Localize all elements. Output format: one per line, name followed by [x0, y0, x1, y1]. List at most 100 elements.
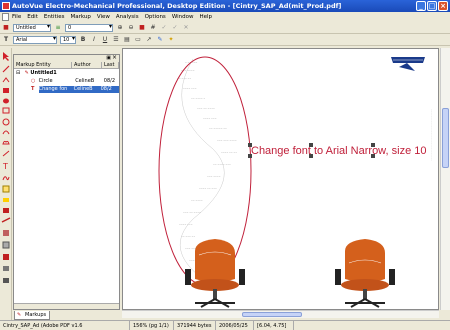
- panel-pin-icon[interactable]: ▣: [106, 55, 111, 61]
- title-bar: AutoVue Electro-Mechanical Professional,…: [0, 0, 450, 12]
- tree-item-selected[interactable]: Change fon CelineB 08/2: [38, 86, 119, 93]
- panel-close-icon[interactable]: ×: [112, 54, 117, 61]
- maximize-icon[interactable]: □: [427, 1, 437, 11]
- select-arrow-icon[interactable]: [3, 52, 9, 61]
- measure-tool-icon[interactable]: [1, 217, 11, 223]
- resize-handle[interactable]: [248, 154, 252, 158]
- document-drawing: ~ ~~ ~~~ ~~~ ~~~~ ~~ ~~~ ~~ ~~~~ ~~~ ~~ …: [158, 56, 432, 308]
- close-markup-icon[interactable]: ✕: [182, 24, 190, 32]
- menu-view[interactable]: View: [97, 12, 110, 22]
- ellipse-tool-icon[interactable]: [3, 98, 9, 104]
- menu-entities[interactable]: Entities: [44, 12, 65, 22]
- hatch-tool-icon[interactable]: [3, 230, 9, 236]
- svg-text:~~~ ~~ ~~~~: ~~~ ~~ ~~~~: [183, 211, 201, 214]
- menu-analysis[interactable]: Analysis: [116, 12, 139, 22]
- menu-options[interactable]: Options: [145, 12, 166, 22]
- panel-horizontal-scrollbar[interactable]: [14, 303, 119, 309]
- document-icon: [2, 13, 9, 21]
- underline-button[interactable]: U: [101, 36, 109, 44]
- menu-bar: File Edit Entities Markup View Analysis …: [0, 12, 450, 22]
- column-author[interactable]: Author: [72, 62, 102, 68]
- menu-markup[interactable]: Markup: [70, 12, 90, 22]
- office-chair-image: [335, 239, 395, 308]
- attach-tool-icon[interactable]: [3, 266, 9, 271]
- italic-button[interactable]: I: [90, 36, 98, 44]
- symbol-tool-icon[interactable]: [2, 241, 10, 249]
- print-tool-icon[interactable]: [3, 254, 9, 260]
- tree-root[interactable]: ⊟ ✎ Untitled1: [14, 70, 119, 77]
- vertical-scroll-thumb[interactable]: [442, 108, 449, 168]
- line-width-select[interactable]: 0: [65, 24, 113, 32]
- rect-outline-icon[interactable]: [2, 107, 10, 114]
- menu-help[interactable]: Help: [200, 12, 213, 22]
- note-tool-icon[interactable]: [2, 185, 10, 193]
- check-icon-2[interactable]: ✓: [171, 24, 179, 32]
- highlight-icon[interactable]: ✦: [167, 36, 175, 44]
- document-viewport[interactable]: ~ ~~ ~~~ ~~~ ~~~~ ~~ ~~~ ~~ ~~~~ ~~~ ~~ …: [122, 48, 439, 310]
- text-markup[interactable]: Change font to Arial Narrow, size 10: [251, 145, 426, 157]
- resize-handle[interactable]: [309, 154, 313, 158]
- status-file: Cintry_SAP_Ad (Adobe PDF v1.6: [0, 321, 130, 330]
- fill-icon[interactable]: ▤: [123, 36, 131, 44]
- paint-icon[interactable]: ✎: [156, 36, 164, 44]
- freehand-tool-icon[interactable]: [2, 176, 10, 181]
- close-icon[interactable]: ×: [438, 1, 448, 11]
- markup-layer-select[interactable]: Untitled: [13, 24, 51, 32]
- line-color-icon[interactable]: ▭: [134, 36, 142, 44]
- zoom-out-icon[interactable]: ⊖: [127, 24, 135, 32]
- markups-tab[interactable]: ✎ Markups: [14, 311, 50, 320]
- arc-tool-icon[interactable]: [2, 130, 10, 135]
- markups-tab-label: Markups: [25, 312, 47, 318]
- font-size-select[interactable]: 10: [60, 36, 76, 44]
- polyline-tool-icon[interactable]: [2, 77, 10, 83]
- menu-file[interactable]: File: [12, 12, 21, 22]
- tree-item[interactable]: ○ Circle CelineB 08/2: [14, 78, 119, 85]
- font-name-select[interactable]: Arial: [13, 36, 57, 44]
- line-style-icon[interactable]: ≡: [54, 24, 62, 32]
- collapse-icon[interactable]: ⊟: [16, 70, 20, 77]
- horizontal-scrollbar[interactable]: [122, 310, 439, 318]
- resize-handle[interactable]: [309, 143, 313, 147]
- panel-toolbar: ▣ ×: [14, 54, 119, 62]
- tree-item[interactable]: T Change fon CelineB 08/2: [14, 86, 119, 93]
- leader-tool-icon[interactable]: [2, 150, 10, 157]
- layer-tool-icon[interactable]: [3, 278, 9, 283]
- markup-tool-icon[interactable]: #: [149, 24, 157, 32]
- rectangle-tool-icon[interactable]: [3, 88, 9, 93]
- vertical-scrollbar[interactable]: [440, 48, 450, 310]
- check-icon[interactable]: ✓: [160, 24, 168, 32]
- zoom-in-icon[interactable]: ⊕: [116, 24, 124, 32]
- svg-text:~~~~ ~~ ~~: ~~~~ ~~ ~~: [221, 151, 237, 154]
- markup-toolbar: ■ Untitled ≡ 0 ⊕ ⊖ ■ # ✓ ✓ ✕: [0, 23, 450, 34]
- text-icon: T: [31, 86, 35, 92]
- resize-handle[interactable]: [248, 143, 252, 147]
- font-icon: T: [3, 36, 9, 43]
- menu-window[interactable]: Window: [172, 12, 194, 22]
- resize-handle[interactable]: [371, 143, 375, 147]
- stamp-tool-icon[interactable]: [3, 208, 9, 213]
- cloud-tool-icon[interactable]: [2, 140, 10, 145]
- svg-text:~~~ ~~~ ~~~~: ~~~ ~~~ ~~~~: [217, 139, 237, 142]
- svg-text:~~ ~~~ ~~: ~~ ~~~ ~~: [181, 235, 195, 238]
- align-left-icon[interactable]: ☰: [112, 36, 120, 44]
- markup-color-icon[interactable]: ■: [138, 24, 146, 32]
- arrow-style-icon[interactable]: ↗: [145, 36, 153, 44]
- minimize-icon[interactable]: _: [416, 1, 426, 11]
- line-tool-icon[interactable]: [2, 65, 10, 73]
- column-markup-entity[interactable]: Markup Entity: [14, 62, 72, 68]
- column-last[interactable]: Last: [102, 62, 119, 68]
- status-date: 2006/05/25: [216, 321, 254, 330]
- bold-button[interactable]: B: [79, 36, 87, 44]
- status-bar: Cintry_SAP_Ad (Adobe PDF v1.6 156% (pg 1…: [0, 320, 450, 330]
- menu-edit[interactable]: Edit: [27, 12, 38, 22]
- highlighter-tool-icon[interactable]: [3, 198, 9, 202]
- text-tool-icon[interactable]: T: [2, 162, 8, 171]
- status-size: 371944 bytes: [174, 321, 216, 330]
- svg-text:~~~~ ~~~: ~~~~ ~~~: [203, 117, 217, 120]
- circle-outline-icon[interactable]: [2, 118, 10, 126]
- horizontal-scroll-thumb[interactable]: [242, 312, 302, 317]
- tree-item-name: Circle: [38, 78, 53, 84]
- status-zoom: 156% (pg 1/1): [130, 321, 174, 330]
- app-icon: [2, 2, 10, 10]
- resize-handle[interactable]: [371, 154, 375, 158]
